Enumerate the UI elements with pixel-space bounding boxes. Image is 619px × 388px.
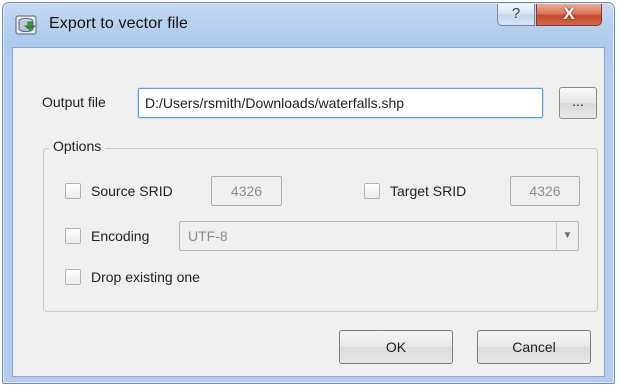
database-export-icon [15, 15, 37, 35]
chevron-down-icon[interactable]: ▼ [556, 222, 578, 250]
title-bar[interactable]: Export to vector file ? X [3, 3, 614, 47]
dialog-title: Export to vector file [49, 15, 189, 32]
options-group-title: Options [49, 138, 106, 154]
output-file-label: Output file [42, 94, 106, 110]
browse-button[interactable]: ... [559, 87, 597, 119]
dialog-body: Output file D:/Users/rsmith/Downloads/wa… [12, 47, 605, 377]
encoding-label[interactable]: Encoding [91, 228, 149, 244]
target-srid-checkbox[interactable] [364, 183, 380, 199]
source-srid-spinbox[interactable]: 4326 [211, 176, 282, 206]
target-srid-label[interactable]: Target SRID [390, 183, 466, 199]
ok-button[interactable]: OK [339, 330, 453, 364]
close-button[interactable]: X [536, 4, 602, 26]
source-srid-checkbox[interactable] [65, 183, 81, 199]
export-dialog-window: Export to vector file ? X Output file D:… [2, 2, 615, 384]
help-button[interactable]: ? [497, 4, 535, 26]
close-icon: X [563, 4, 575, 23]
drop-existing-label[interactable]: Drop existing one [91, 269, 200, 285]
source-srid-label[interactable]: Source SRID [91, 183, 173, 199]
help-icon: ? [511, 5, 521, 22]
drop-existing-checkbox[interactable] [65, 269, 81, 285]
encoding-checkbox[interactable] [65, 228, 81, 244]
encoding-value: UTF-8 [188, 228, 228, 244]
target-srid-spinbox[interactable]: 4326 [510, 176, 580, 206]
encoding-combobox[interactable]: UTF-8 ▼ [179, 221, 579, 251]
cancel-button[interactable]: Cancel [477, 330, 591, 364]
output-file-input[interactable]: D:/Users/rsmith/Downloads/waterfalls.shp [138, 88, 543, 118]
